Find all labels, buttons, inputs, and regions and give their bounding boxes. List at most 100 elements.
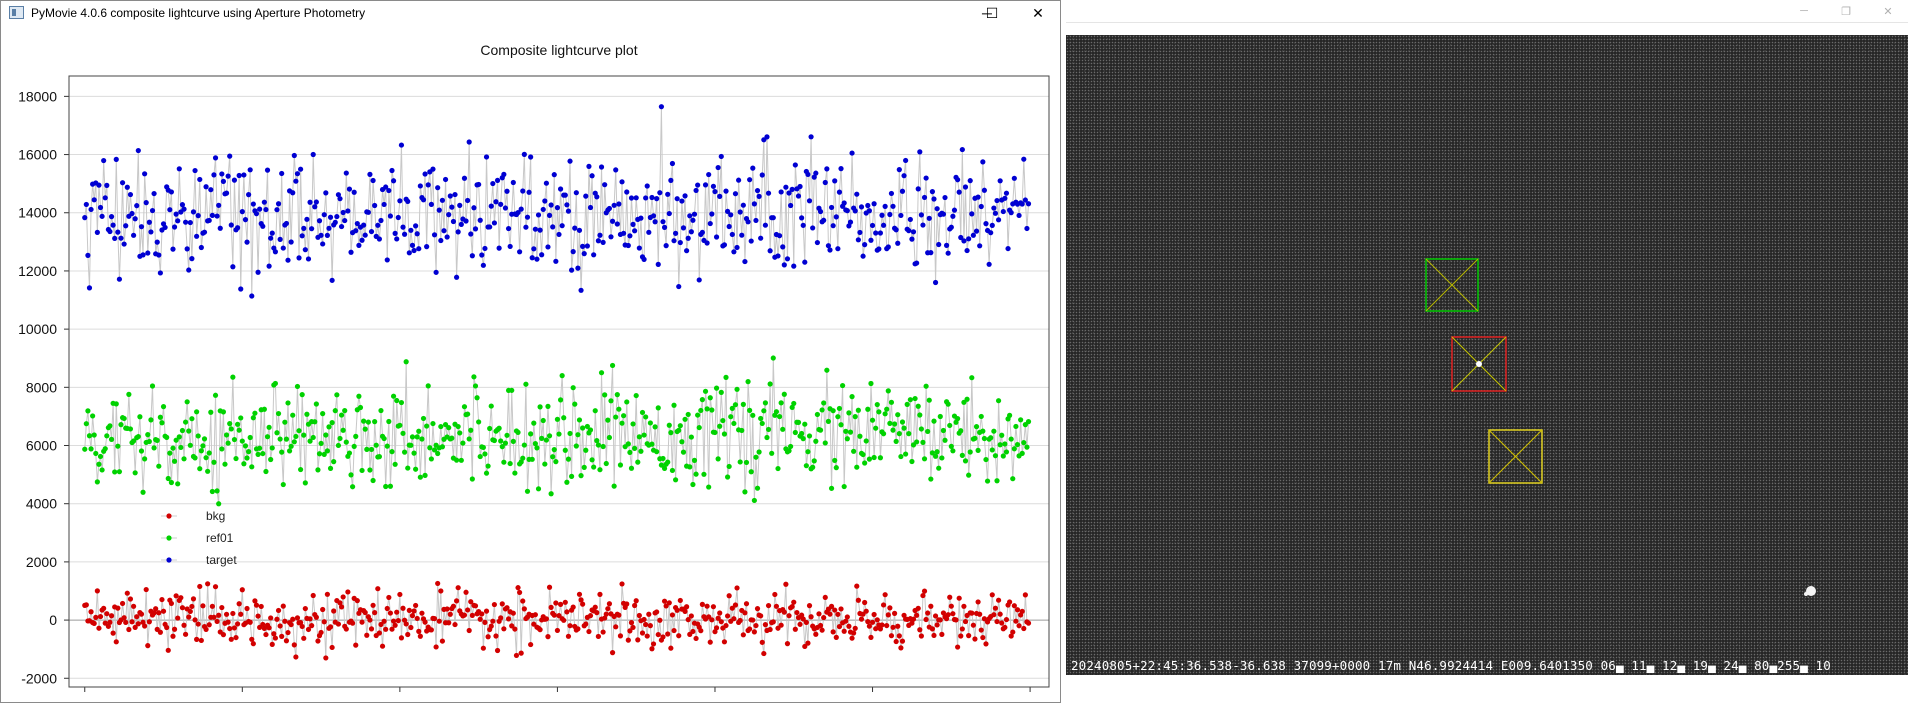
- data-point-ref01: [151, 445, 157, 451]
- data-point-bkg: [279, 633, 285, 639]
- data-point-target: [408, 227, 414, 233]
- data-point-bkg: [813, 631, 819, 637]
- data-point-target: [107, 228, 113, 235]
- data-point-bkg: [113, 639, 119, 645]
- aperture-bkg[interactable]: [1488, 429, 1543, 484]
- data-point-target: [447, 193, 453, 199]
- data-point-ref01: [132, 470, 138, 476]
- data-point-bkg: [394, 609, 400, 615]
- video-window-title-bar[interactable]: ─ ❐ ✕: [1066, 0, 1908, 23]
- data-point-ref01: [201, 436, 208, 442]
- data-point-ref01: [921, 456, 928, 462]
- data-point-bkg: [214, 618, 220, 625]
- data-point-target: [365, 209, 371, 215]
- data-point-bkg: [335, 621, 342, 627]
- data-point-target: [241, 172, 247, 178]
- data-point-bkg: [280, 603, 286, 609]
- data-point-bkg: [532, 612, 538, 618]
- data-point-target: [736, 177, 742, 183]
- data-point-bkg: [528, 641, 534, 648]
- data-point-target: [619, 179, 625, 185]
- data-point-bkg: [613, 624, 619, 630]
- data-point-bkg: [551, 612, 557, 618]
- data-point-ref01: [274, 430, 280, 436]
- lightcurve-plot[interactable]: Composite lightcurve plot-20000200040006…: [1, 25, 1060, 701]
- data-point-bkg: [142, 623, 148, 629]
- close-button[interactable]: ✕: [1015, 1, 1061, 25]
- data-point-ref01: [972, 435, 978, 441]
- data-point-target: [737, 209, 743, 215]
- data-point-bkg: [934, 622, 940, 628]
- video-close-button[interactable]: ✕: [1868, 0, 1908, 22]
- video-restore-button[interactable]: ❐: [1826, 0, 1866, 22]
- data-point-bkg: [512, 626, 518, 632]
- data-point-target: [186, 267, 192, 273]
- data-point-target: [1008, 210, 1014, 216]
- data-point-bkg: [794, 609, 800, 616]
- data-point-bkg: [1016, 623, 1022, 629]
- data-point-target: [119, 180, 126, 186]
- data-point-target: [1005, 245, 1011, 252]
- data-point-ref01: [561, 415, 567, 421]
- data-point-ref01: [989, 447, 995, 453]
- data-point-target: [496, 245, 502, 251]
- title-bar[interactable]: PyMovie 4.0.6 composite lightcurve using…: [1, 1, 1060, 25]
- data-point-target: [940, 211, 947, 217]
- data-point-ref01: [197, 466, 203, 472]
- data-point-ref01: [537, 404, 543, 410]
- data-point-bkg: [995, 597, 1002, 603]
- data-point-ref01: [283, 436, 290, 442]
- data-point-ref01: [351, 443, 357, 450]
- data-point-ref01: [997, 442, 1003, 448]
- data-point-bkg: [893, 638, 899, 645]
- data-point-ref01: [903, 451, 909, 457]
- data-point-ref01: [732, 402, 739, 408]
- data-point-bkg: [364, 632, 370, 638]
- data-point-target: [614, 221, 620, 227]
- data-point-target: [991, 205, 997, 211]
- data-point-target: [962, 184, 969, 190]
- data-point-ref01: [414, 434, 420, 440]
- data-point-ref01: [955, 416, 961, 422]
- aperture-ref01[interactable]: [1425, 258, 1479, 312]
- data-point-target: [909, 236, 915, 242]
- data-point-ref01: [206, 450, 212, 456]
- data-point-ref01: [633, 392, 639, 399]
- data-point-ref01: [312, 419, 318, 425]
- data-point-bkg: [710, 604, 717, 610]
- data-point-bkg: [660, 634, 666, 640]
- data-point-bkg: [605, 606, 611, 612]
- data-point-bkg: [969, 610, 975, 616]
- data-point-target: [466, 139, 472, 145]
- data-point-bkg: [709, 617, 715, 623]
- data-point-target: [457, 202, 463, 208]
- data-point-target: [669, 160, 676, 167]
- data-point-target: [586, 163, 592, 169]
- data-point-ref01: [643, 414, 649, 420]
- data-point-target: [728, 212, 734, 218]
- data-point-bkg: [808, 614, 814, 620]
- data-point-ref01: [932, 453, 939, 459]
- data-point-target: [542, 198, 548, 204]
- data-point-bkg: [822, 594, 828, 601]
- data-point-ref01: [488, 403, 494, 409]
- data-point-ref01: [548, 491, 554, 497]
- data-point-target: [682, 193, 688, 199]
- video-minimize-button[interactable]: ─: [1784, 0, 1824, 22]
- data-point-target: [181, 206, 187, 212]
- maximize-button[interactable]: ☐: [969, 1, 1015, 25]
- data-point-target: [83, 201, 89, 208]
- data-point-bkg: [124, 590, 130, 596]
- data-point-bkg: [362, 609, 368, 616]
- legend-marker-ref01: [166, 535, 172, 541]
- data-point-target: [483, 154, 490, 160]
- data-point-target: [997, 178, 1003, 184]
- data-point-target: [917, 149, 923, 155]
- data-point-target: [573, 190, 579, 196]
- aperture-target[interactable]: [1451, 336, 1507, 392]
- data-point-target: [116, 276, 123, 282]
- data-point-ref01: [852, 414, 858, 420]
- video-frame[interactable]: [1066, 35, 1908, 675]
- data-point-ref01: [175, 481, 181, 487]
- data-point-bkg: [299, 623, 305, 630]
